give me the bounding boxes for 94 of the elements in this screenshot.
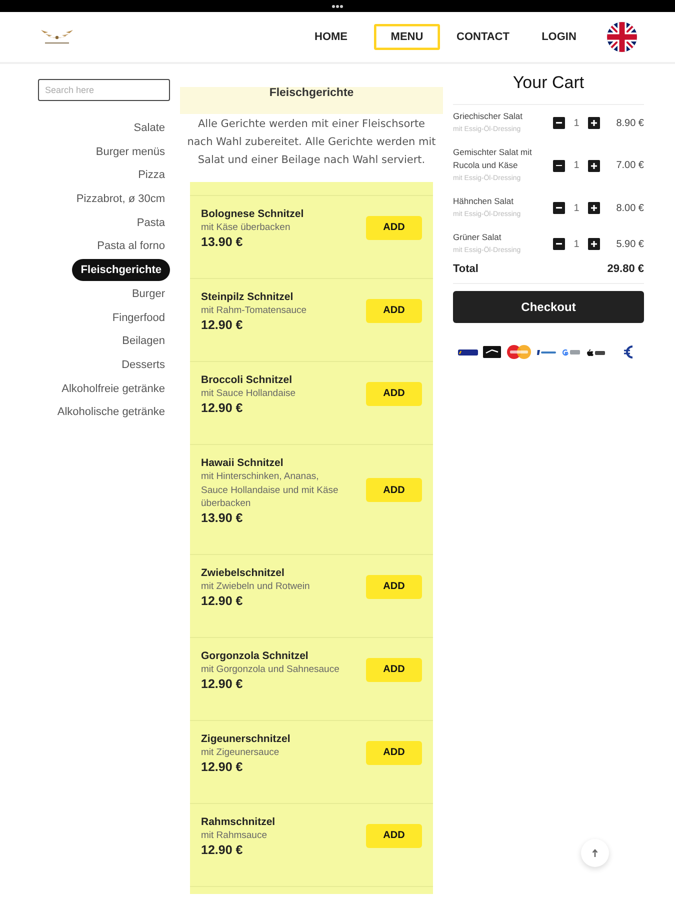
category-link[interactable]: Pasta al forno bbox=[92, 235, 170, 258]
category-heading: Fleischgerichte bbox=[180, 87, 443, 114]
plus-icon bbox=[591, 120, 597, 126]
category-link[interactable]: Pizzabrot, ø 30cm bbox=[71, 188, 170, 210]
quantity-value: 1 bbox=[574, 238, 580, 250]
dish-price: 12.90 € bbox=[201, 676, 243, 690]
quantity-value: 1 bbox=[574, 118, 580, 128]
quantity-value: 1 bbox=[574, 202, 580, 214]
payment-logo-icon bbox=[537, 350, 557, 354]
euro-icon bbox=[624, 345, 633, 359]
arrow-up-icon bbox=[592, 849, 598, 857]
add-button[interactable]: ADD bbox=[366, 740, 422, 765]
dish-description: mit Gorgonzola und Sahnesauce bbox=[201, 663, 340, 676]
dish-name: Bolognese Schnitzel bbox=[201, 207, 304, 221]
dish-price: 13.90 € bbox=[201, 510, 243, 524]
quantity-value: 1 bbox=[574, 160, 580, 171]
minus-button[interactable] bbox=[553, 160, 565, 172]
cart-item-name: Gemischter Salat mit Rucola und Käse bbox=[453, 146, 533, 172]
checkout-button[interactable]: Checkout bbox=[453, 291, 644, 323]
add-button[interactable]: ADD bbox=[366, 574, 422, 599]
dish-description: mit Rahmsauce bbox=[201, 829, 267, 842]
dish-price: 12.90 € bbox=[201, 318, 243, 332]
dish-name: Zigeunerschnitzel bbox=[201, 732, 290, 746]
category-link[interactable]: Fingerfood bbox=[107, 306, 170, 328]
cart-item-price: 8.90 € bbox=[616, 118, 644, 128]
minus-icon bbox=[556, 164, 562, 166]
payment-logo-icon bbox=[562, 348, 581, 356]
dish-description: mit Hinterschinken, Ananas, Sauce Hollandaise und mit Käse überbacken bbox=[201, 470, 340, 510]
plus-button[interactable] bbox=[588, 160, 600, 172]
minus-button[interactable] bbox=[553, 117, 565, 129]
dish-name: Rahmschnitzel bbox=[201, 815, 276, 829]
minus-icon bbox=[556, 207, 562, 209]
dish-price: 13.90 € bbox=[201, 234, 243, 248]
dish-price: 12.90 € bbox=[201, 400, 243, 414]
nav-link[interactable]: HOME bbox=[298, 24, 364, 50]
plus-icon bbox=[591, 205, 597, 211]
category-link[interactable]: Desserts bbox=[116, 354, 170, 376]
total-amount: 29.80 € bbox=[607, 262, 644, 276]
add-button[interactable]: ADD bbox=[366, 658, 422, 682]
plus-button[interactable] bbox=[588, 117, 600, 129]
category-link[interactable]: Burger menüs bbox=[90, 140, 170, 163]
minus-icon bbox=[556, 122, 562, 124]
category-description: Alle Gerichte werden mit einer Fleischsorte nach Wahl zubereitet. Alle Gerichte werden mit Salat und einer Beilage nach Wahl serviert. bbox=[186, 117, 437, 168]
dish-name: Steinpilz Schnitzel bbox=[201, 290, 294, 304]
cart-item-name: Grüner Salat bbox=[453, 231, 502, 244]
dish-price: 12.90 € bbox=[201, 594, 243, 608]
cart-item-name: Griechischer Salat bbox=[453, 110, 522, 123]
dish-price: 12.90 € bbox=[201, 842, 243, 856]
category-link[interactable]: Beilagen bbox=[117, 330, 170, 352]
category-link[interactable]: Pasta bbox=[132, 212, 170, 234]
dish-price: 12.90 € bbox=[201, 760, 243, 774]
cart-item-price: 8.00 € bbox=[616, 202, 644, 214]
cart-item-price: 7.00 € bbox=[616, 160, 644, 171]
total-label: Total bbox=[453, 262, 478, 276]
category-link[interactable]: Salate bbox=[128, 117, 170, 139]
nav-link[interactable]: CONTACT bbox=[450, 24, 516, 50]
cart-item-price: 5.90 € bbox=[616, 238, 644, 250]
category-link[interactable]: Alkoholfreie getränke bbox=[56, 378, 170, 400]
dish-description: mit Zwiebeln und Rotwein bbox=[201, 580, 310, 594]
flag-icon[interactable] bbox=[607, 22, 637, 52]
plus-button[interactable] bbox=[588, 202, 600, 214]
category-link[interactable]: Pizza bbox=[133, 164, 170, 186]
overlapping-circles-icon bbox=[506, 345, 532, 359]
cart-item-name: Hähnchen Salat bbox=[453, 195, 514, 208]
category-link[interactable]: Alkoholische getränke bbox=[52, 401, 170, 424]
dish-description: mit Rahm-Tomatensauce bbox=[201, 304, 307, 318]
add-button[interactable]: ADD bbox=[366, 478, 422, 502]
payment-logo-icon bbox=[458, 348, 478, 356]
minus-icon bbox=[556, 243, 562, 245]
dish-description: mit Käse überbacken bbox=[201, 221, 290, 234]
cart-title: Your Cart bbox=[512, 72, 584, 94]
category-link[interactable]: Fleischgerichte bbox=[72, 259, 170, 282]
three-dots-icon[interactable] bbox=[332, 4, 343, 8]
add-button[interactable]: ADD bbox=[366, 382, 422, 406]
dish-name: Hawaii Schnitzel bbox=[201, 456, 284, 470]
add-button[interactable]: ADD bbox=[366, 824, 422, 848]
search-field[interactable]: Search here bbox=[38, 79, 170, 101]
minus-button[interactable] bbox=[553, 202, 565, 214]
plus-button[interactable] bbox=[588, 238, 600, 250]
nav-link[interactable]: LOGIN bbox=[526, 24, 592, 50]
dish-name: Gorgonzola Schnitzel bbox=[201, 649, 308, 663]
add-button[interactable]: ADD bbox=[366, 216, 422, 240]
payment-logo-icon bbox=[483, 346, 501, 358]
nav-link[interactable]: MENU bbox=[374, 24, 440, 50]
add-button[interactable]: ADD bbox=[366, 298, 422, 323]
dish-description: mit Sauce Hollandaise bbox=[201, 387, 296, 400]
dish-name: Broccoli Schnitzel bbox=[201, 373, 292, 387]
minus-button[interactable] bbox=[553, 238, 565, 250]
category-link[interactable]: Burger bbox=[126, 282, 170, 305]
dish-description: mit Zigeunersauce bbox=[201, 746, 280, 760]
plus-icon bbox=[591, 162, 597, 168]
plus-icon bbox=[591, 241, 597, 247]
payment-logo-icon bbox=[586, 348, 606, 356]
dish-name: Zwiebelschnitzel bbox=[201, 566, 284, 580]
